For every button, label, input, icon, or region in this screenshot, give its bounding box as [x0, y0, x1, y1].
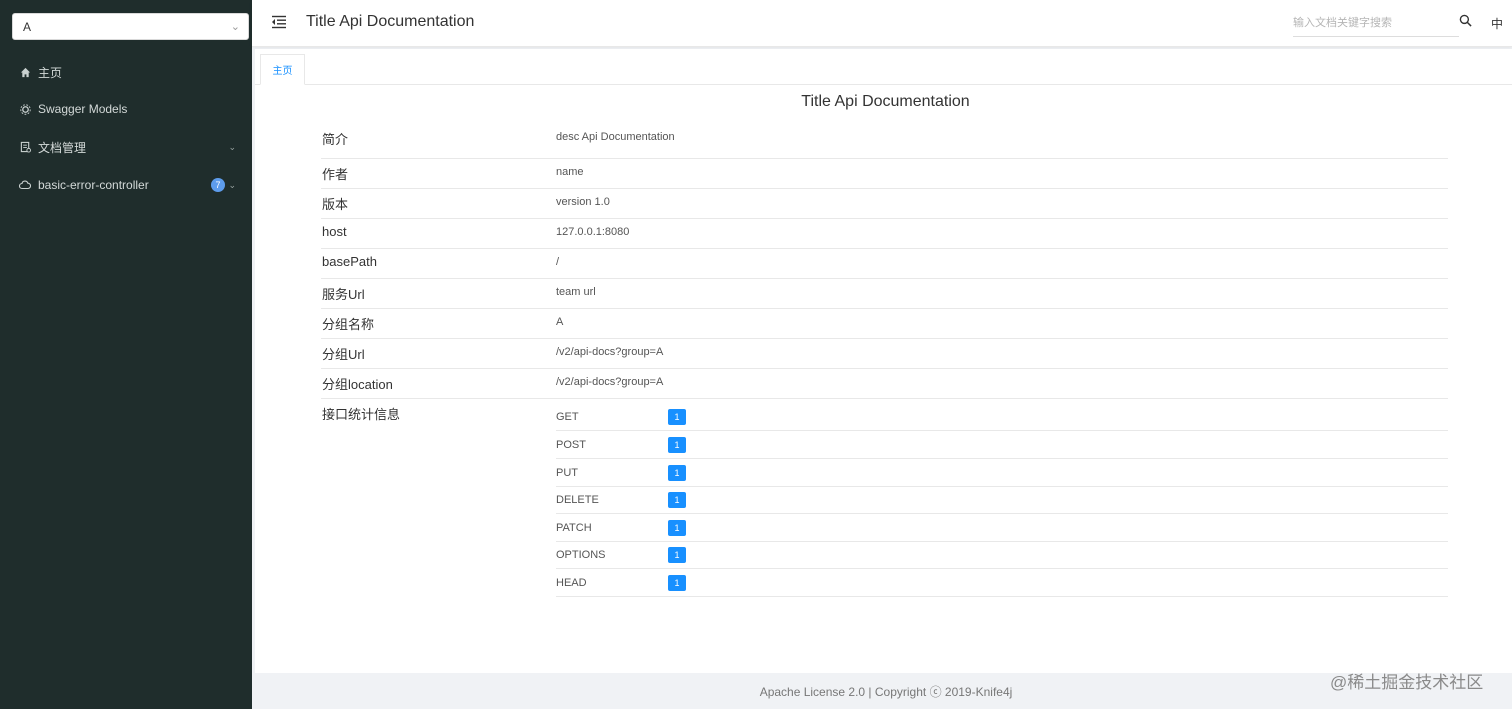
top-header: Title Api Documentation 中	[252, 0, 1512, 47]
count-badge: 1	[668, 520, 686, 536]
info-row: 版本 version 1.0	[321, 189, 1448, 219]
info-row: 作者 name	[321, 159, 1448, 189]
http-method: HEAD	[556, 577, 587, 589]
stat-row: DELETE 1	[556, 486, 1448, 514]
count-badge: 7	[211, 178, 225, 192]
search-input[interactable]	[1293, 12, 1459, 34]
search-icon[interactable]	[1459, 14, 1473, 28]
chevron-down-icon: ⌄	[228, 141, 236, 152]
sidebar-item-swagger-models[interactable]: Swagger Models	[0, 90, 252, 128]
info-row: host 127.0.0.1:8080	[321, 219, 1448, 249]
info-row: basePath /	[321, 249, 1448, 279]
footer-copyright: Apache License 2.0 | Copyright ⓒ 2019-Kn…	[759, 685, 1013, 699]
sidebar-item-docs[interactable]: 文档管理 ⌄	[0, 128, 252, 166]
main-content: Title Api Documentation 简介 desc Api Docu…	[255, 85, 1512, 673]
footer: Apache License 2.0 | Copyright ⓒ 2019-Kn…	[255, 673, 1512, 709]
count-badge: 1	[668, 547, 686, 563]
stats-label: 接口统计信息	[322, 407, 401, 422]
info-value: 127.0.0.1:8080	[556, 226, 630, 238]
info-row: 分组Url /v2/api-docs?group=A	[321, 339, 1448, 369]
info-label: 作者	[322, 167, 349, 182]
stat-row: PATCH 1	[556, 514, 1448, 542]
stat-row: OPTIONS 1	[556, 541, 1448, 569]
group-select[interactable]: A ⌄	[12, 13, 249, 40]
info-value: A	[556, 316, 564, 328]
info-value: /v2/api-docs?group=A	[556, 346, 664, 358]
info-value: desc Api Documentation	[556, 131, 675, 143]
chevron-down-icon: ⌄	[228, 179, 236, 190]
info-label: 版本	[322, 197, 349, 212]
sidebar-item-home[interactable]: 主页	[0, 53, 252, 91]
http-method: DELETE	[556, 494, 599, 506]
count-badge: 1	[668, 575, 686, 591]
info-label: host	[322, 224, 347, 239]
info-row: 分组名称 A	[321, 309, 1448, 339]
watermark: @稀土掘金技术社区	[1330, 673, 1484, 692]
info-label: 分组location	[322, 377, 393, 392]
info-row: 服务Url team url	[321, 279, 1448, 309]
info-label: 分组名称	[322, 317, 375, 332]
docs-icon	[19, 141, 31, 153]
info-value: version 1.0	[556, 196, 610, 208]
info-label: 简介	[322, 132, 349, 147]
page-title: Title Api Documentation	[801, 93, 970, 110]
stat-row: PUT 1	[556, 459, 1448, 487]
sidebar-item-label: 主页	[38, 65, 63, 80]
count-badge: 1	[668, 409, 686, 425]
count-badge: 1	[668, 437, 686, 453]
http-method: PATCH	[556, 522, 592, 534]
models-icon	[19, 103, 31, 115]
tab-bar: 主页	[255, 49, 1512, 85]
group-select-value: A	[23, 20, 32, 34]
home-icon	[19, 66, 31, 78]
sidebar-item-label: 文档管理	[38, 140, 87, 155]
chevron-down-icon: ⌄	[230, 21, 240, 33]
http-method: GET	[556, 411, 579, 423]
info-value: /	[556, 256, 560, 268]
header-title: Title Api Documentation	[306, 13, 475, 30]
sidebar-item-label: basic-error-controller	[38, 178, 149, 192]
stat-row: GET 1	[556, 403, 1448, 431]
language-toggle[interactable]: 中	[1491, 15, 1503, 32]
info-label: basePath	[322, 254, 377, 269]
search-box	[1293, 12, 1459, 37]
stat-row: HEAD 1	[556, 569, 1448, 597]
info-row: 分组location /v2/api-docs?group=A	[321, 369, 1448, 399]
info-value: name	[556, 166, 584, 178]
info-value: team url	[556, 286, 596, 298]
cloud-icon	[19, 179, 31, 191]
sidebar-item-basic-error-controller[interactable]: basic-error-controller 7 ⌄	[0, 166, 252, 204]
count-badge: 1	[668, 492, 686, 508]
sidebar-item-label: Swagger Models	[38, 102, 128, 116]
info-label: 服务Url	[322, 287, 365, 302]
menu-collapse-icon[interactable]	[271, 14, 287, 30]
info-label: 分组Url	[322, 347, 365, 362]
http-method: PUT	[556, 467, 578, 479]
count-badge: 1	[668, 465, 686, 481]
stat-row: POST 1	[556, 431, 1448, 459]
sidebar: A ⌄ 主页 Swagger Models 文档管理 ⌄ basic-error…	[0, 0, 252, 709]
http-method: POST	[556, 439, 586, 451]
http-method: OPTIONS	[556, 549, 606, 561]
info-value: /v2/api-docs?group=A	[556, 376, 664, 388]
tab-home[interactable]: 主页	[260, 54, 305, 85]
info-row: 简介 desc Api Documentation	[321, 121, 1448, 159]
